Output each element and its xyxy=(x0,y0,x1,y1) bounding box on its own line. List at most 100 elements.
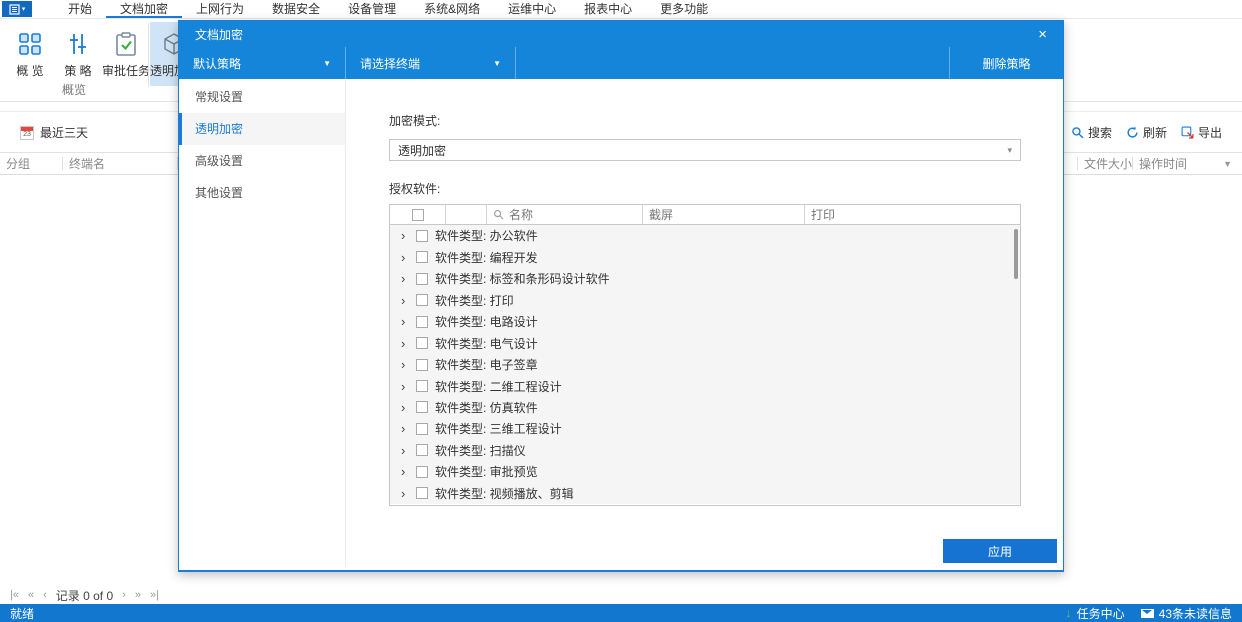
software-row[interactable]: › 软件类型: 审批预览 xyxy=(390,461,1020,482)
software-row[interactable]: › 软件类型: 二维工程设计 xyxy=(390,375,1020,396)
row-checkbox[interactable] xyxy=(416,337,428,350)
expand-chevron-icon[interactable]: › xyxy=(401,487,409,500)
export-action[interactable]: 导出 xyxy=(1181,124,1222,141)
software-row[interactable]: › 软件类型: 电子签章 xyxy=(390,354,1020,375)
menu-tab[interactable]: 报表中心 xyxy=(570,0,646,18)
column-header-optime[interactable]: 操作时间 xyxy=(1133,153,1213,174)
column-header-group[interactable]: 分组 xyxy=(0,153,62,174)
calendar-icon: 23 xyxy=(20,125,34,140)
dialog-toolbar: 默认策略 ▼ 请选择终端 ▼ 删除策略 xyxy=(179,47,1063,79)
menu-tab[interactable]: 运维中心 xyxy=(494,0,570,18)
app-menu-button[interactable]: ▾ xyxy=(2,1,32,17)
software-row[interactable]: › 软件类型: 仿真软件 xyxy=(390,397,1020,418)
row-checkbox[interactable] xyxy=(416,251,428,264)
menu-tab[interactable]: 设备管理 xyxy=(334,0,410,18)
software-row-label: 软件类型: 电气设计 xyxy=(435,336,538,351)
menu-tab[interactable]: 上网行为 xyxy=(182,0,258,18)
expand-chevron-icon[interactable]: › xyxy=(401,380,409,393)
refresh-action[interactable]: 刷新 xyxy=(1126,124,1167,141)
software-row[interactable]: › 软件类型: 电路设计 xyxy=(390,311,1020,332)
ribbon-button-policy[interactable]: 策 略 xyxy=(54,22,102,86)
pager-fast-prev-button[interactable]: « xyxy=(28,589,34,601)
pager-fast-next-button[interactable]: » xyxy=(135,589,141,601)
software-list: › 软件类型: 办公软件 › 软件类型: 编程开发 › 软件类型: 标签和条形码… xyxy=(390,225,1020,504)
column-header-terminal[interactable]: 终端名 xyxy=(63,153,177,174)
delete-policy-button[interactable]: 删除策略 xyxy=(949,47,1063,79)
software-row-label: 软件类型: 审批预览 xyxy=(435,465,538,480)
close-icon[interactable]: × xyxy=(1038,27,1047,42)
dialog-title: 文档加密 xyxy=(195,27,244,42)
software-row[interactable]: › 软件类型: 编程开发 xyxy=(390,246,1020,267)
expand-chevron-icon[interactable]: › xyxy=(401,272,409,285)
encrypt-mode-select[interactable]: 透明加密 ▾ xyxy=(389,139,1021,161)
menu-tab[interactable]: 更多功能 xyxy=(646,0,722,18)
chevron-down-icon: ▼ xyxy=(493,58,501,68)
ribbon-button-approval[interactable]: 审批任务 xyxy=(102,22,150,86)
expand-chevron-icon[interactable]: › xyxy=(401,401,409,414)
menu-tab[interactable]: 数据安全 xyxy=(258,0,334,18)
row-checkbox[interactable] xyxy=(416,422,428,435)
expand-chevron-icon[interactable]: › xyxy=(401,315,409,328)
software-row[interactable]: › 软件类型: 视频播放、剪辑 xyxy=(390,483,1020,504)
row-checkbox[interactable] xyxy=(416,465,428,478)
row-checkbox[interactable] xyxy=(416,229,428,242)
authorized-software-label: 授权软件: xyxy=(389,182,441,196)
dialog-nav-item[interactable]: 透明加密 xyxy=(179,113,345,145)
software-row[interactable]: › 软件类型: 扫描仪 xyxy=(390,440,1020,461)
row-checkbox[interactable] xyxy=(416,294,428,307)
software-row-label: 软件类型: 电路设计 xyxy=(435,315,538,330)
pager-first-button[interactable]: |« xyxy=(10,589,19,601)
pager-last-button[interactable]: »| xyxy=(150,589,159,601)
menu-tab[interactable]: 开始 xyxy=(54,0,106,18)
task-center-button[interactable]: ↓ 任务中心 xyxy=(1066,605,1125,622)
software-table-header: 名称 截屏 打印 xyxy=(390,205,1020,225)
dialog-nav-item[interactable]: 高级设置 xyxy=(179,145,345,177)
column-header-print[interactable]: 打印 xyxy=(805,205,1020,224)
software-row[interactable]: › 软件类型: 打印 xyxy=(390,289,1020,310)
row-checkbox[interactable] xyxy=(416,487,428,500)
expand-chevron-icon[interactable]: › xyxy=(401,229,409,242)
software-row[interactable]: › 软件类型: 电气设计 xyxy=(390,332,1020,353)
record-count: 记录 0 of 0 xyxy=(55,588,114,603)
date-filter[interactable]: 23 最近三天 xyxy=(20,124,88,141)
expand-chevron-icon[interactable]: › xyxy=(401,422,409,435)
pager-prev-button[interactable]: ‹ xyxy=(43,589,47,601)
expand-chevron-icon[interactable]: › xyxy=(401,465,409,478)
row-checkbox[interactable] xyxy=(416,315,428,328)
ribbon-button-label: 策 略 xyxy=(64,64,92,78)
action-label: 刷新 xyxy=(1142,126,1167,140)
software-row[interactable]: › 软件类型: 三维工程设计 xyxy=(390,418,1020,439)
column-header-filesize[interactable]: 文件大小 xyxy=(1078,153,1132,174)
ribbon-button-label: 概 览 xyxy=(16,64,44,78)
scrollbar-thumb[interactable] xyxy=(1014,229,1018,279)
search-action[interactable]: 搜索 xyxy=(1071,124,1112,141)
pager-next-button[interactable]: › xyxy=(122,589,126,601)
refresh-icon xyxy=(1127,126,1138,138)
expand-chevron-icon[interactable]: › xyxy=(401,358,409,371)
expand-chevron-icon[interactable]: › xyxy=(401,294,409,307)
dialog-nav-item[interactable]: 常规设置 xyxy=(179,81,345,113)
dialog-nav-item[interactable]: 其他设置 xyxy=(179,177,345,209)
apply-button[interactable]: 应用 xyxy=(943,539,1057,563)
row-checkbox[interactable] xyxy=(416,444,428,457)
software-row[interactable]: › 软件类型: 标签和条形码设计软件 xyxy=(390,268,1020,289)
column-header-screenshot[interactable]: 截屏 xyxy=(643,205,805,224)
expand-chevron-icon[interactable]: › xyxy=(401,251,409,264)
row-checkbox[interactable] xyxy=(416,358,428,371)
row-checkbox[interactable] xyxy=(416,401,428,414)
expand-chevron-icon[interactable]: › xyxy=(401,444,409,457)
select-all-checkbox[interactable] xyxy=(411,208,424,221)
unread-messages-button[interactable]: 43条未读信息 xyxy=(1140,605,1232,622)
column-header-name[interactable]: 名称 xyxy=(487,205,643,224)
menu-tab[interactable]: 系统&网络 xyxy=(410,0,494,18)
software-row-label: 软件类型: 视频播放、剪辑 xyxy=(435,486,574,501)
filter-caret-icon[interactable]: ▼ xyxy=(1223,159,1232,169)
ribbon-button-overview[interactable]: 概 览 xyxy=(6,22,54,86)
software-row[interactable]: › 软件类型: 办公软件 xyxy=(390,225,1020,246)
row-checkbox[interactable] xyxy=(416,272,428,285)
expand-chevron-icon[interactable]: › xyxy=(401,337,409,350)
terminal-dropdown[interactable]: 请选择终端 ▼ xyxy=(346,47,516,79)
policy-dropdown[interactable]: 默认策略 ▼ xyxy=(179,47,346,79)
row-checkbox[interactable] xyxy=(416,380,428,393)
menu-tab[interactable]: 文档加密 xyxy=(106,0,183,18)
